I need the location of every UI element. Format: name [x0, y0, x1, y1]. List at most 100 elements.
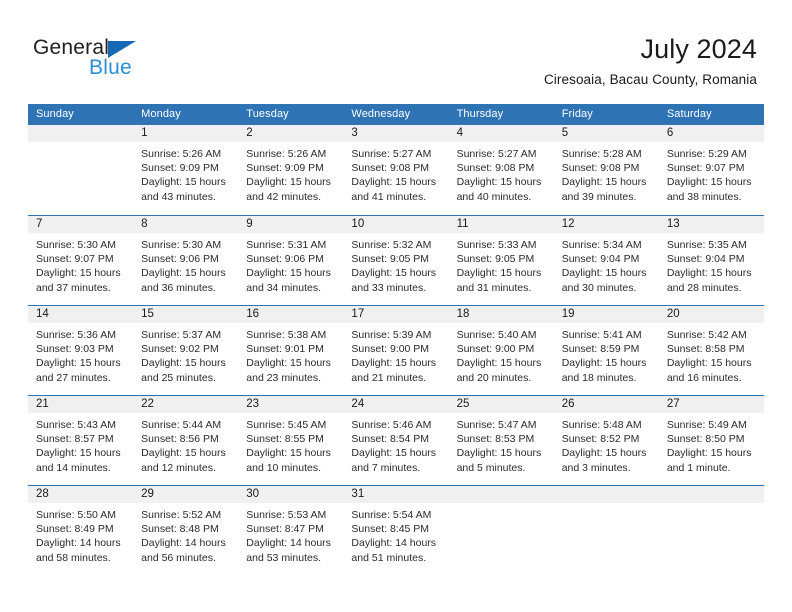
daylight-text-line2: and 34 minutes.	[246, 281, 321, 294]
daylight-text-line2: and 58 minutes.	[36, 551, 111, 564]
day-number: 26	[553, 396, 659, 413]
daylight-text-line1: Daylight: 15 hours	[666, 447, 752, 460]
calendar-day-cell[interactable]: 29 Sunrise: 5:52 AM Sunset: 8:48 PM Dayligh…	[133, 486, 239, 575]
calendar-day-cell[interactable]: 13 Sunrise: 5:35 AM Sunset: 9:04 PM Dayligh…	[658, 216, 764, 305]
calendar-cell-empty	[448, 486, 554, 575]
sunset-text: Sunset: 8:56 PM	[141, 433, 219, 446]
calendar-day-cell[interactable]: 28 Sunrise: 5:50 AM Sunset: 8:49 PM Dayligh…	[28, 486, 134, 575]
day-number: 20	[658, 306, 764, 323]
sunset-text: Sunset: 9:04 PM	[666, 253, 745, 266]
daylight-text-line1: Daylight: 14 hours	[351, 537, 437, 550]
weekday-header-sunday: Sunday	[36, 108, 74, 120]
calendar-day-cell[interactable]: 19 Sunrise: 5:41 AM Sunset: 8:59 PM Dayligh…	[553, 306, 659, 395]
daylight-text-line1: Daylight: 14 hours	[246, 537, 331, 550]
day-number: 30	[238, 486, 344, 503]
calendar-day-cell[interactable]: 2 Sunrise: 5:26 AM Sunset: 9:09 PM Daylight…	[238, 125, 344, 215]
calendar-day-cell[interactable]: 25 Sunrise: 5:47 AM Sunset: 8:53 PM Dayligh…	[448, 396, 554, 485]
brand-logo[interactable]: General Blue	[33, 36, 233, 82]
calendar-day-cell[interactable]: 9 Sunrise: 5:31 AM Sunset: 9:06 PM Daylight…	[238, 216, 344, 305]
calendar-day-cell[interactable]: 26 Sunrise: 5:48 AM Sunset: 8:52 PM Dayligh…	[553, 396, 659, 485]
day-number	[553, 486, 659, 503]
sunrise-text: Sunrise: 5:28 AM	[561, 148, 642, 160]
day-details: Sunrise: 5:52 AM Sunset: 8:48 PM Daylight:…	[133, 503, 238, 565]
calendar-day-cell[interactable]: 27 Sunrise: 5:49 AM Sunset: 8:50 PM Dayligh…	[658, 396, 764, 485]
calendar-day-cell[interactable]: 10 Sunrise: 5:32 AM Sunset: 9:05 PM Dayligh…	[343, 216, 449, 305]
daylight-text-line1: Daylight: 15 hours	[666, 176, 752, 189]
calendar-day-cell[interactable]: 12 Sunrise: 5:34 AM Sunset: 9:04 PM Dayligh…	[553, 216, 659, 305]
sunrise-text: Sunrise: 5:40 AM	[456, 329, 537, 341]
sunset-text: Sunset: 8:47 PM	[246, 523, 324, 536]
calendar-day-cell[interactable]: 3 Sunrise: 5:27 AM Sunset: 9:08 PM Daylight…	[343, 125, 449, 215]
calendar-day-cell[interactable]: 6 Sunrise: 5:29 AM Sunset: 9:07 PM Daylight…	[658, 125, 764, 215]
calendar-day-cell[interactable]: 30 Sunrise: 5:53 AM Sunset: 8:47 PM Dayligh…	[238, 486, 344, 575]
page-subtitle: Ciresoaia, Bacau County, Romania	[543, 72, 757, 87]
sunrise-text: Sunrise: 5:43 AM	[36, 419, 116, 431]
day-details: Sunrise: 5:33 AM Sunset: 9:05 PM Daylight:…	[449, 233, 554, 295]
calendar-week-row: 7 Sunrise: 5:30 AM Sunset: 9:07 PM Daylight…	[28, 215, 764, 305]
day-details: Sunrise: 5:28 AM Sunset: 9:08 PM Daylight:…	[554, 142, 659, 204]
daylight-text-line2: and 23 minutes.	[246, 371, 321, 384]
calendar-day-cell[interactable]: 23 Sunrise: 5:45 AM Sunset: 8:55 PM Dayligh…	[238, 396, 344, 485]
daylight-text-line1: Daylight: 15 hours	[561, 357, 647, 370]
daylight-text-line1: Daylight: 15 hours	[561, 267, 647, 280]
calendar-day-cell[interactable]: 18 Sunrise: 5:40 AM Sunset: 9:00 PM Dayligh…	[448, 306, 554, 395]
day-details: Sunrise: 5:27 AM Sunset: 9:08 PM Daylight:…	[343, 142, 448, 204]
sunrise-text: Sunrise: 5:27 AM	[456, 148, 537, 160]
calendar-day-cell[interactable]: 8 Sunrise: 5:30 AM Sunset: 9:06 PM Daylight…	[133, 216, 239, 305]
daylight-text-line2: and 28 minutes.	[666, 281, 742, 294]
day-number: 14	[28, 306, 134, 323]
calendar-day-cell[interactable]: 4 Sunrise: 5:27 AM Sunset: 9:08 PM Daylight…	[448, 125, 554, 215]
daylight-text-line1: Daylight: 15 hours	[246, 176, 331, 189]
sunset-text: Sunset: 9:06 PM	[141, 253, 219, 266]
sunset-text: Sunset: 9:08 PM	[561, 162, 640, 175]
sunrise-text: Sunrise: 5:54 AM	[351, 509, 432, 521]
daylight-text-line1: Daylight: 15 hours	[561, 176, 647, 189]
daylight-text-line2: and 30 minutes.	[561, 281, 637, 294]
weekday-header-monday: Monday	[141, 108, 181, 120]
daylight-text-line1: Daylight: 15 hours	[351, 447, 437, 460]
day-details: Sunrise: 5:27 AM Sunset: 9:08 PM Daylight:…	[449, 142, 554, 204]
day-number: 27	[658, 396, 764, 413]
daylight-text-line2: and 39 minutes.	[561, 190, 637, 203]
sunrise-text: Sunrise: 5:44 AM	[141, 419, 222, 431]
day-number: 16	[238, 306, 344, 323]
day-number: 4	[448, 125, 554, 142]
day-details: Sunrise: 5:31 AM Sunset: 9:06 PM Daylight:…	[238, 233, 343, 295]
sunrise-text: Sunrise: 5:26 AM	[141, 148, 222, 160]
sunset-text: Sunset: 8:48 PM	[141, 523, 219, 536]
calendar-day-cell[interactable]: 11 Sunrise: 5:33 AM Sunset: 9:05 PM Dayligh…	[448, 216, 554, 305]
sunset-text: Sunset: 8:45 PM	[351, 523, 430, 536]
weekday-header-row: Sunday Monday Tuesday Wednesday Thursday Frid…	[28, 104, 764, 125]
daylight-text-line1: Daylight: 15 hours	[456, 357, 542, 370]
sunset-text: Sunset: 8:55 PM	[246, 433, 324, 446]
daylight-text-line2: and 56 minutes.	[141, 551, 216, 564]
sunset-text: Sunset: 8:57 PM	[36, 433, 114, 446]
day-details: Sunrise: 5:49 AM Sunset: 8:50 PM Daylight:…	[659, 413, 764, 475]
calendar-day-cell[interactable]: 21 Sunrise: 5:43 AM Sunset: 8:57 PM Dayligh…	[28, 396, 134, 485]
calendar-day-cell[interactable]: 14 Sunrise: 5:36 AM Sunset: 9:03 PM Dayligh…	[28, 306, 134, 395]
day-number: 10	[343, 216, 449, 233]
calendar-day-cell[interactable]: 16 Sunrise: 5:38 AM Sunset: 9:01 PM Dayligh…	[238, 306, 344, 395]
daylight-text-line1: Daylight: 15 hours	[141, 447, 226, 460]
day-number: 11	[448, 216, 554, 233]
sunset-text: Sunset: 9:00 PM	[456, 343, 535, 356]
calendar-day-cell[interactable]: 7 Sunrise: 5:30 AM Sunset: 9:07 PM Daylight…	[28, 216, 134, 305]
daylight-text-line1: Daylight: 15 hours	[246, 357, 331, 370]
calendar-day-cell[interactable]: 31 Sunrise: 5:54 AM Sunset: 8:45 PM Dayligh…	[343, 486, 449, 575]
sunset-text: Sunset: 8:53 PM	[456, 433, 535, 446]
calendar-day-cell[interactable]: 1 Sunrise: 5:26 AM Sunset: 9:09 PM Daylight…	[133, 125, 239, 215]
calendar-day-cell[interactable]: 15 Sunrise: 5:37 AM Sunset: 9:02 PM Dayligh…	[133, 306, 239, 395]
calendar-day-cell[interactable]: 22 Sunrise: 5:44 AM Sunset: 8:56 PM Dayligh…	[133, 396, 239, 485]
daylight-text-line2: and 10 minutes.	[246, 461, 321, 474]
calendar-day-cell[interactable]: 17 Sunrise: 5:39 AM Sunset: 9:00 PM Dayligh…	[343, 306, 449, 395]
sunrise-text: Sunrise: 5:30 AM	[141, 239, 222, 251]
day-number: 12	[553, 216, 659, 233]
day-details: Sunrise: 5:30 AM Sunset: 9:06 PM Daylight:…	[133, 233, 238, 295]
day-number	[658, 486, 764, 503]
calendar-day-cell[interactable]: 24 Sunrise: 5:46 AM Sunset: 8:54 PM Dayligh…	[343, 396, 449, 485]
page-header: General Blue July 2024 Ciresoaia, Bacau …	[0, 0, 792, 87]
calendar-day-cell[interactable]: 20 Sunrise: 5:42 AM Sunset: 8:58 PM Dayligh…	[658, 306, 764, 395]
calendar-week-row: 28 Sunrise: 5:50 AM Sunset: 8:49 PM Dayligh…	[28, 485, 764, 575]
day-number: 13	[658, 216, 764, 233]
calendar-day-cell[interactable]: 5 Sunrise: 5:28 AM Sunset: 9:08 PM Daylight…	[553, 125, 659, 215]
